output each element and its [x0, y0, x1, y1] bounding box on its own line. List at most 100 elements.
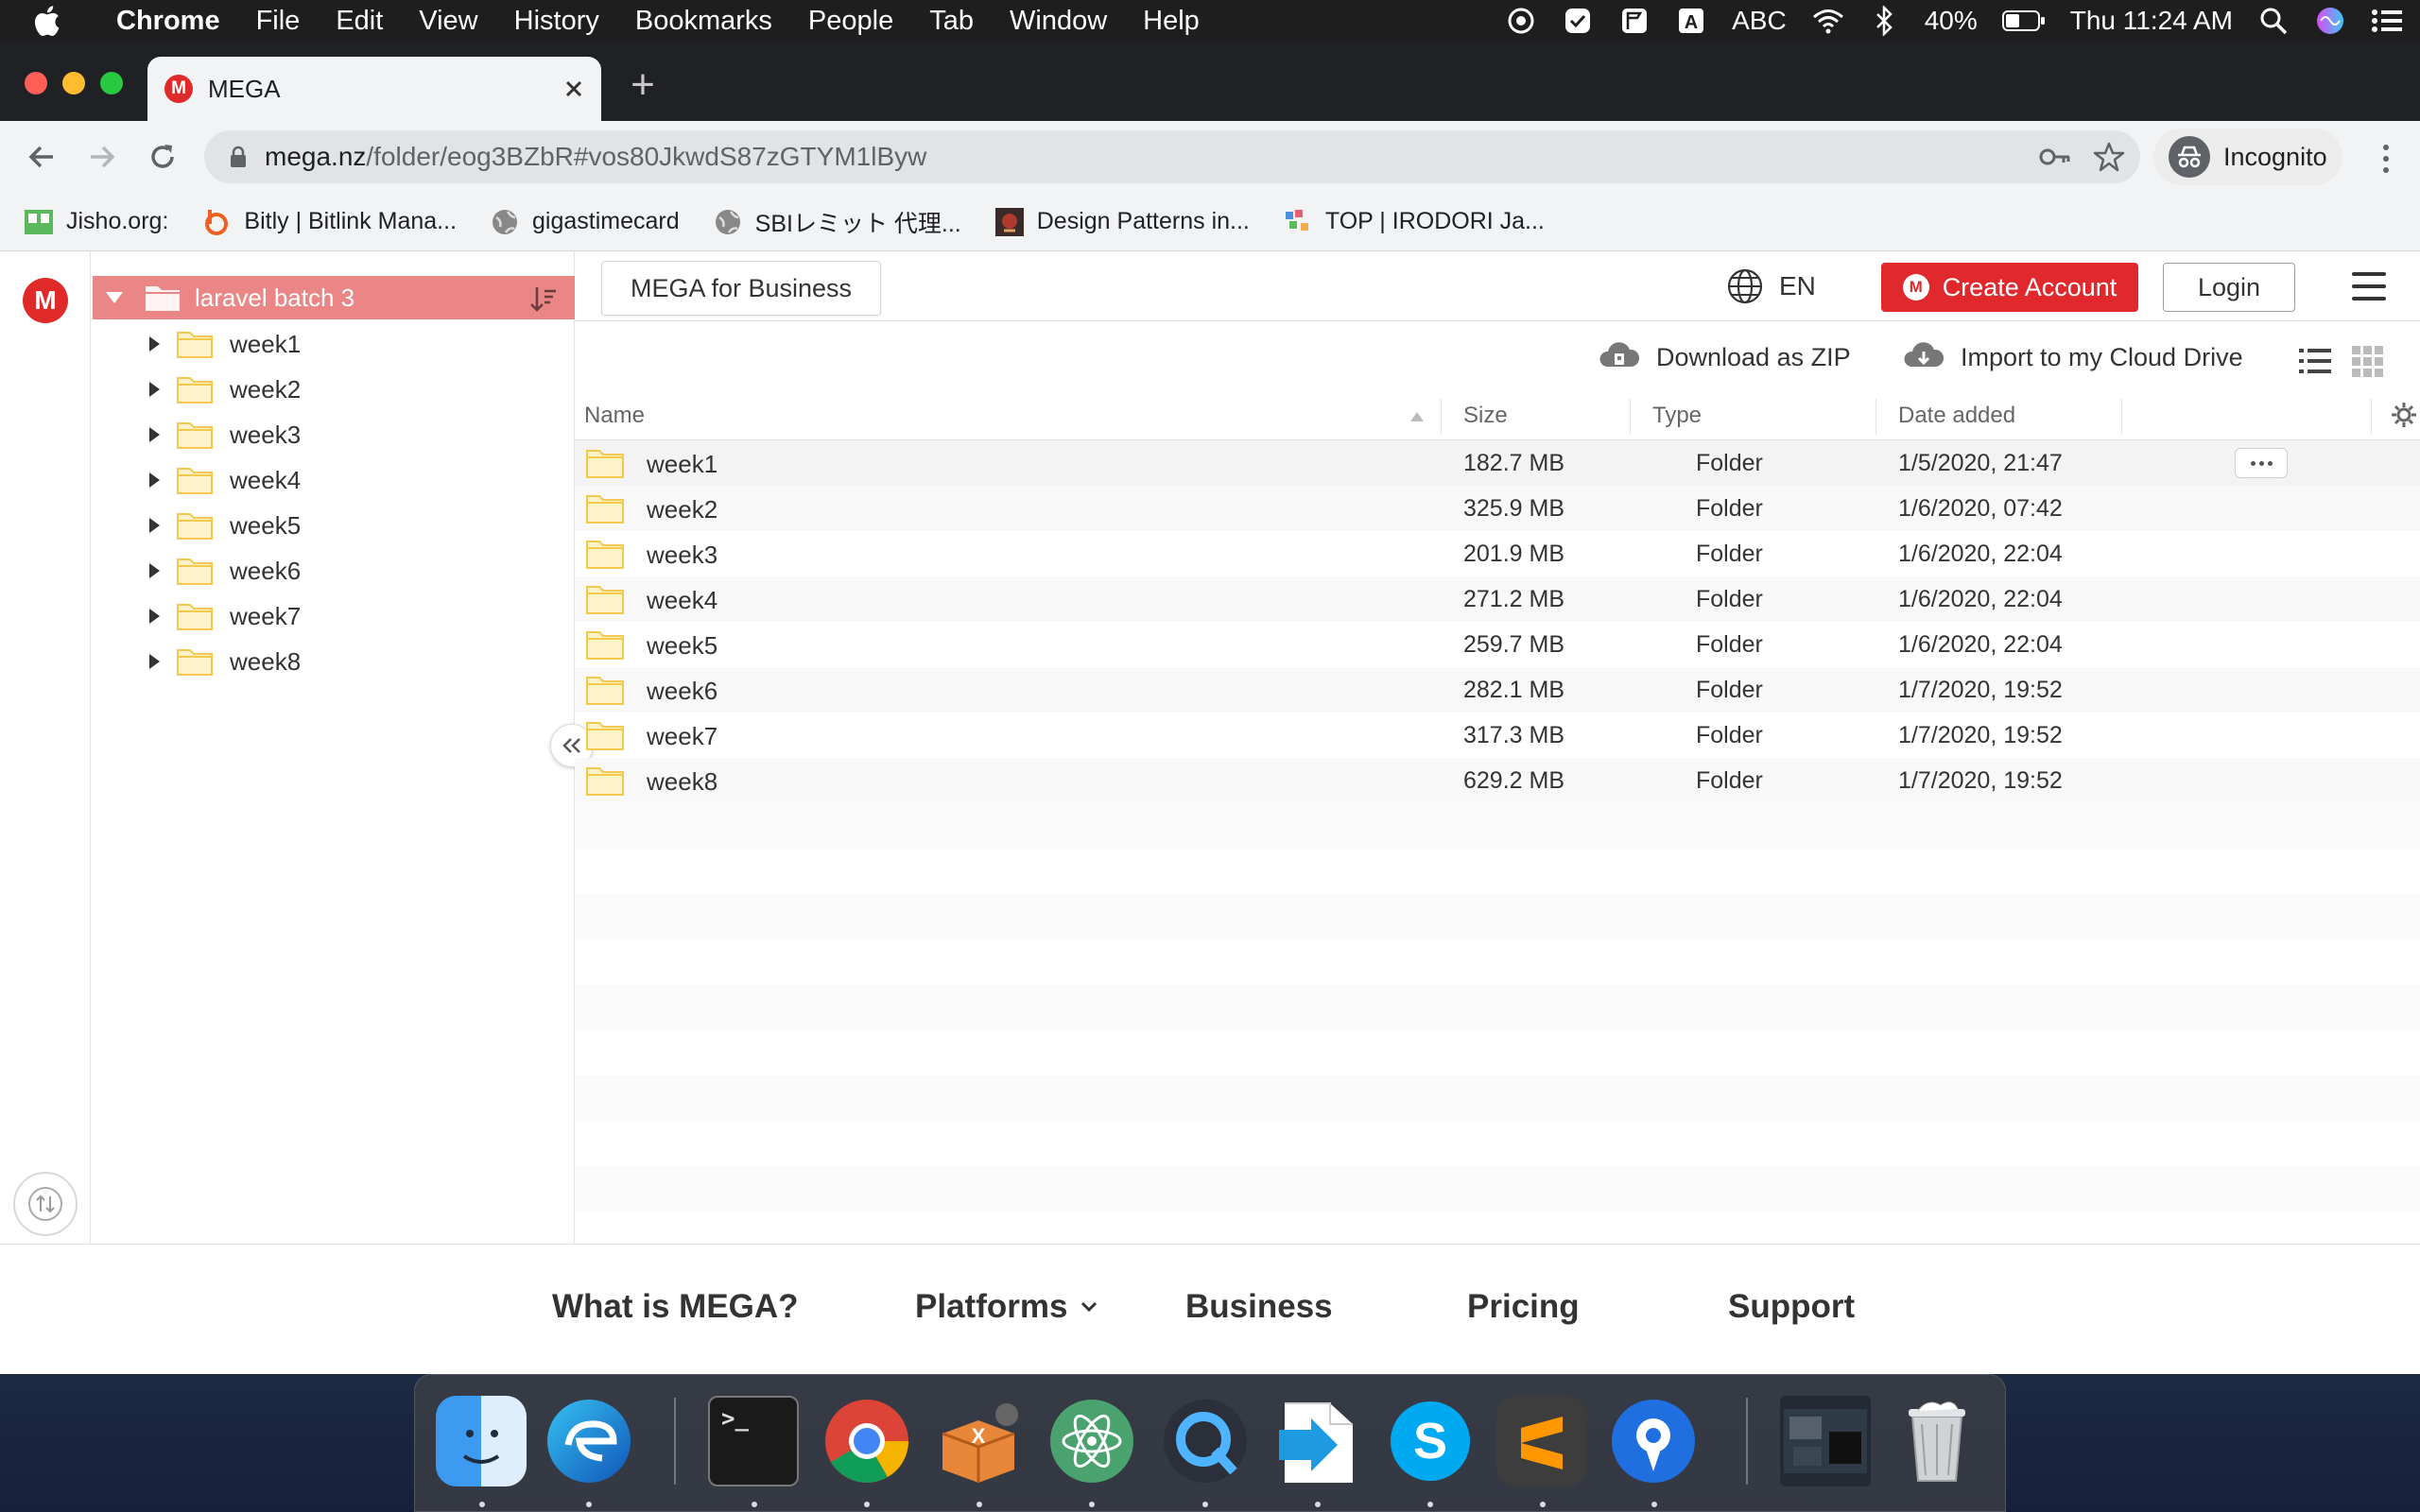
- footer-link-what-is-mega[interactable]: What is MEGA?: [552, 1288, 799, 1326]
- chrome-icon[interactable]: [821, 1396, 912, 1486]
- expand-right-icon[interactable]: [149, 472, 160, 488]
- bookmark-sbi-remit[interactable]: SBIレミット 代理...: [714, 205, 961, 239]
- reload-button[interactable]: [144, 138, 182, 176]
- finder-icon[interactable]: [436, 1396, 527, 1486]
- incognito-indicator[interactable]: Incognito: [2153, 129, 2342, 185]
- trash-icon[interactable]: [1892, 1396, 1982, 1486]
- input-source-icon[interactable]: A: [1675, 5, 1707, 37]
- battery-icon[interactable]: [2001, 5, 2046, 37]
- bookmark-bitly[interactable]: Bitly | Bitlink Mana...: [202, 208, 457, 236]
- menu-tab[interactable]: Tab: [911, 6, 992, 37]
- window-zoom-button[interactable]: [100, 72, 123, 94]
- quicktime-icon[interactable]: [1160, 1396, 1251, 1486]
- tree-item-week4[interactable]: week4: [91, 457, 573, 503]
- window-close-button[interactable]: [25, 72, 47, 94]
- forward-button[interactable]: [83, 138, 121, 176]
- bookmark-design-patterns[interactable]: Design Patterns in...: [994, 207, 1250, 236]
- menu-window[interactable]: Window: [992, 6, 1125, 37]
- bookmark-jisho[interactable]: Jisho.org:: [25, 208, 168, 236]
- url-text[interactable]: mega.nz/folder/eog3BZbR#vos80JkwdS87zGTY…: [265, 142, 926, 172]
- bookmark-gigastimecard[interactable]: gigastimecard: [491, 208, 680, 236]
- import-cloud-drive-button[interactable]: Import to my Cloud Drive: [1904, 340, 2243, 374]
- atom-icon[interactable]: [1046, 1396, 1137, 1486]
- column-settings-gear-icon[interactable]: [2390, 401, 2418, 429]
- menu-app-name[interactable]: Chrome: [98, 6, 238, 37]
- tree-root-folder[interactable]: laravel batch 3: [93, 276, 575, 319]
- menu-help[interactable]: Help: [1125, 6, 1218, 37]
- wifi-icon[interactable]: [1811, 5, 1843, 37]
- edge-icon[interactable]: [544, 1396, 634, 1486]
- expand-right-icon[interactable]: [149, 609, 160, 624]
- menu-bookmarks[interactable]: Bookmarks: [617, 6, 790, 37]
- apple-menu-icon[interactable]: [32, 0, 78, 42]
- menu-history[interactable]: History: [496, 6, 617, 37]
- address-bar[interactable]: mega.nz/folder/eog3BZbR#vos80JkwdS87zGTY…: [204, 130, 2140, 183]
- create-account-button[interactable]: M Create Account: [1881, 263, 2138, 312]
- download-zip-button[interactable]: Download as ZIP: [1599, 340, 1851, 374]
- footer-link-support[interactable]: Support: [1728, 1288, 1855, 1326]
- screen-capture-icon[interactable]: [1505, 5, 1537, 37]
- list-view-icon[interactable]: [2299, 348, 2331, 374]
- sort-ascending-icon[interactable]: [1410, 412, 1424, 421]
- grid-view-icon[interactable]: [2352, 346, 2384, 378]
- tree-item-week8[interactable]: week8: [91, 639, 573, 684]
- migration-icon[interactable]: [1271, 1396, 1362, 1486]
- expand-right-icon[interactable]: [149, 518, 160, 533]
- sort-icon[interactable]: [527, 284, 558, 314]
- footer-link-pricing[interactable]: Pricing: [1467, 1288, 1580, 1326]
- bluetooth-icon[interactable]: [1868, 5, 1900, 37]
- row-more-options-button[interactable]: [2235, 448, 2288, 478]
- table-row[interactable]: week5 259.7 MB Folder 1/6/2020, 22:04: [575, 622, 2420, 667]
- downloads-stack-icon[interactable]: [1780, 1396, 1871, 1486]
- login-button[interactable]: Login: [2163, 263, 2295, 312]
- mega-for-business-button[interactable]: MEGA for Business: [601, 261, 881, 316]
- tree-item-week7[interactable]: week7: [91, 593, 573, 639]
- menu-people[interactable]: People: [790, 6, 911, 37]
- tree-item-week1[interactable]: week1: [91, 321, 573, 367]
- checkmark-app-icon[interactable]: [1562, 5, 1594, 37]
- column-header-date[interactable]: Date added: [1898, 403, 2015, 429]
- column-header-type[interactable]: Type: [1652, 403, 1702, 429]
- footer-link-platforms[interactable]: Platforms: [915, 1288, 1098, 1326]
- terminal-icon[interactable]: >_: [708, 1396, 799, 1486]
- password-key-icon[interactable]: [2038, 142, 2072, 172]
- table-row[interactable]: week7 317.3 MB Folder 1/7/2020, 19:52: [575, 713, 2420, 758]
- browser-menu-button[interactable]: [2377, 140, 2395, 178]
- menu-view[interactable]: View: [401, 6, 495, 37]
- new-tab-button[interactable]: +: [624, 64, 662, 106]
- expand-right-icon[interactable]: [149, 427, 160, 442]
- back-button[interactable]: [23, 138, 60, 176]
- tab-close-icon[interactable]: [563, 78, 584, 99]
- expand-right-icon[interactable]: [149, 382, 160, 397]
- table-row[interactable]: week8 629.2 MB Folder 1/7/2020, 19:52: [575, 758, 2420, 803]
- expand-right-icon[interactable]: [149, 654, 160, 669]
- expand-down-icon[interactable]: [106, 292, 123, 303]
- footer-link-business[interactable]: Business: [1185, 1288, 1333, 1326]
- hamburger-menu-icon[interactable]: [2352, 272, 2386, 301]
- notification-center-icon[interactable]: [2371, 5, 2403, 37]
- window-minimize-button[interactable]: [62, 72, 85, 94]
- browser-tab[interactable]: M MEGA: [147, 57, 601, 121]
- spotlight-search-icon[interactable]: [2257, 5, 2290, 37]
- tree-item-week6[interactable]: week6: [91, 548, 573, 593]
- table-row[interactable]: week1 182.7 MB Folder 1/5/2020, 21:47: [575, 440, 2420, 486]
- language-selector[interactable]: EN: [1726, 265, 1816, 308]
- menu-file[interactable]: File: [238, 6, 319, 37]
- table-row[interactable]: week6 282.1 MB Folder 1/7/2020, 19:52: [575, 667, 2420, 713]
- bookmark-irodori[interactable]: TOP | IRODORI Ja...: [1284, 208, 1545, 236]
- table-row[interactable]: week4 271.2 MB Folder 1/6/2020, 22:04: [575, 576, 2420, 622]
- sublime-icon[interactable]: [1496, 1396, 1587, 1486]
- transfers-button[interactable]: [13, 1172, 78, 1236]
- table-row[interactable]: week2 325.9 MB Folder 1/6/2020, 07:42: [575, 486, 2420, 531]
- xampp-icon[interactable]: X: [933, 1396, 1024, 1486]
- pinpoint-icon[interactable]: [1608, 1396, 1699, 1486]
- mega-logo-icon[interactable]: M: [23, 278, 68, 323]
- menu-edit[interactable]: Edit: [318, 6, 401, 37]
- tree-item-week2[interactable]: week2: [91, 367, 573, 412]
- column-header-size[interactable]: Size: [1463, 403, 1508, 429]
- column-header-name[interactable]: Name: [584, 403, 645, 429]
- tree-item-week3[interactable]: week3: [91, 412, 573, 457]
- skype-icon[interactable]: S: [1385, 1396, 1476, 1486]
- clock[interactable]: Thu 11:24 AM: [2070, 6, 2233, 36]
- flag-app-icon[interactable]: [1618, 5, 1651, 37]
